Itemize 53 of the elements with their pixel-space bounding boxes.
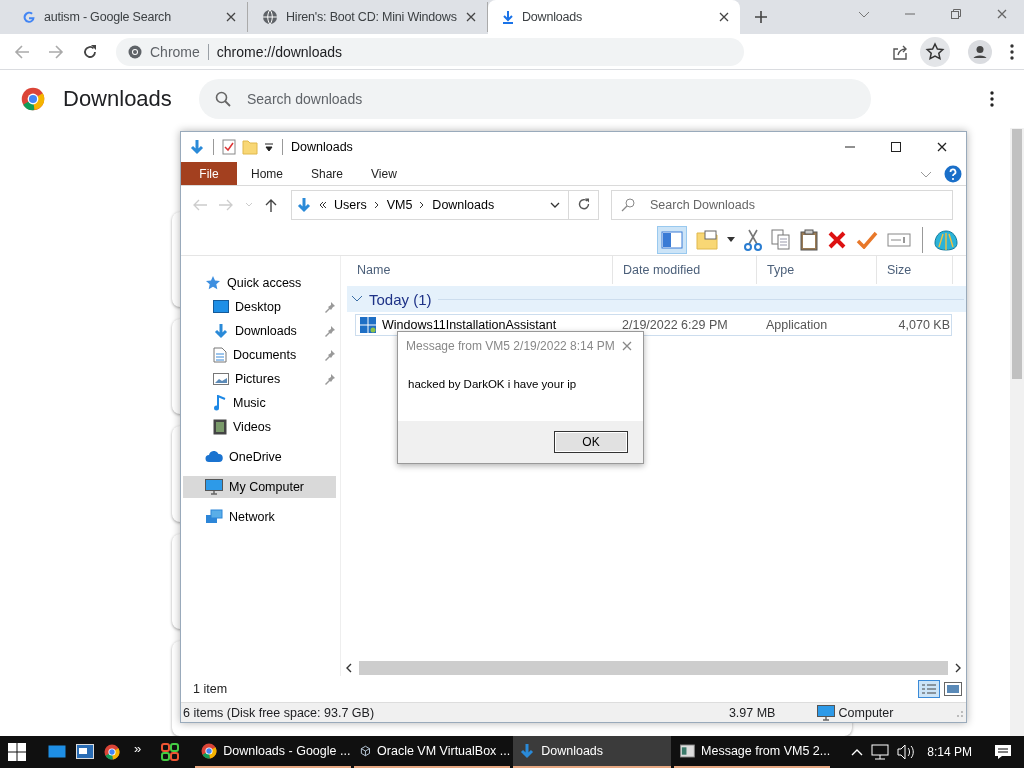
address-bar[interactable]: Chrome chrome://downloads: [116, 37, 744, 66]
breadcrumb[interactable]: Users: [334, 198, 367, 212]
breadcrumb[interactable]: Downloads: [432, 198, 495, 212]
group-header[interactable]: Today (1): [369, 290, 432, 308]
nav-item[interactable]: Documents: [181, 344, 340, 366]
nav-item[interactable]: Network: [181, 506, 340, 528]
browser-tab[interactable]: autism - Google Search: [8, 2, 248, 32]
taskbar-button[interactable]: Downloads - Google ...: [195, 736, 352, 768]
file-menu[interactable]: File: [181, 162, 237, 185]
column-header[interactable]: Size: [877, 255, 953, 284]
ribbon-tab[interactable]: Share: [297, 162, 358, 185]
file-name[interactable]: Windows11InstallationAssistant: [382, 318, 557, 332]
tab-title: autism - Google Search: [44, 10, 172, 24]
ribbon-tab[interactable]: Home: [237, 162, 297, 185]
column-header[interactable]: Type: [757, 255, 877, 284]
item-count: 1 item: [193, 682, 228, 696]
nav-item[interactable]: My Computer: [183, 476, 336, 498]
nav-item[interactable]: Desktop: [181, 296, 340, 318]
nav-item[interactable]: Downloads: [181, 320, 340, 342]
column-header[interactable]: Date modified: [613, 255, 757, 284]
column-header[interactable]: Name: [347, 255, 613, 284]
taskbar-button[interactable]: Message from VM5 2...: [674, 736, 831, 768]
message-text: hacked by DarkOK i have your ip: [408, 377, 577, 390]
status-text: 3.97 MB: [728, 705, 777, 720]
nav-item[interactable]: Music: [181, 392, 340, 414]
taskbar-button[interactable]: Downloads: [513, 736, 672, 768]
ok-button[interactable]: OK: [554, 431, 628, 453]
status-text: Computer: [838, 705, 894, 720]
status-text: 6 items (Disk free space: 93.7 GB): [183, 705, 376, 720]
group-row[interactable]: Today (1): [347, 286, 966, 312]
nav-item[interactable]: OneDrive: [181, 446, 340, 468]
taskbar-button[interactable]: Oracle VM VirtualBox ...: [354, 736, 511, 768]
search-field[interactable]: Search downloads: [199, 79, 871, 119]
address-field[interactable]: Users VM5 Downloads: [291, 190, 569, 220]
clock[interactable]: 8:14 PM: [927, 745, 972, 759]
page-title: Downloads: [63, 86, 173, 112]
dialog-title: Message from VM5 2/19/2022 8:14 PM: [406, 339, 615, 353]
tab-title: Hiren's: Boot CD: Mini Windows: [286, 10, 457, 24]
search-field[interactable]: Search Downloads: [611, 190, 953, 220]
breadcrumb[interactable]: VM5: [386, 198, 413, 212]
date-cell-text: 2/19/2022 6:29 PM: [621, 318, 729, 332]
type-cell-text: Application: [765, 318, 829, 332]
browser-tab[interactable]: Downloads: [488, 0, 740, 34]
nav-item[interactable]: Quick access: [181, 272, 340, 294]
url-text: chrome://downloads: [216, 43, 343, 60]
site-label: Chrome: [150, 43, 200, 60]
nav-item[interactable]: Videos: [181, 416, 340, 438]
tab-title: Downloads: [522, 10, 584, 24]
ribbon-tab[interactable]: View: [357, 162, 411, 185]
nav-item[interactable]: Pictures: [181, 368, 340, 390]
size-cell-text: 4,070 KB: [897, 318, 950, 332]
window-title: Downloads: [291, 140, 353, 154]
overflow-chevron[interactable]: »: [134, 740, 142, 756]
